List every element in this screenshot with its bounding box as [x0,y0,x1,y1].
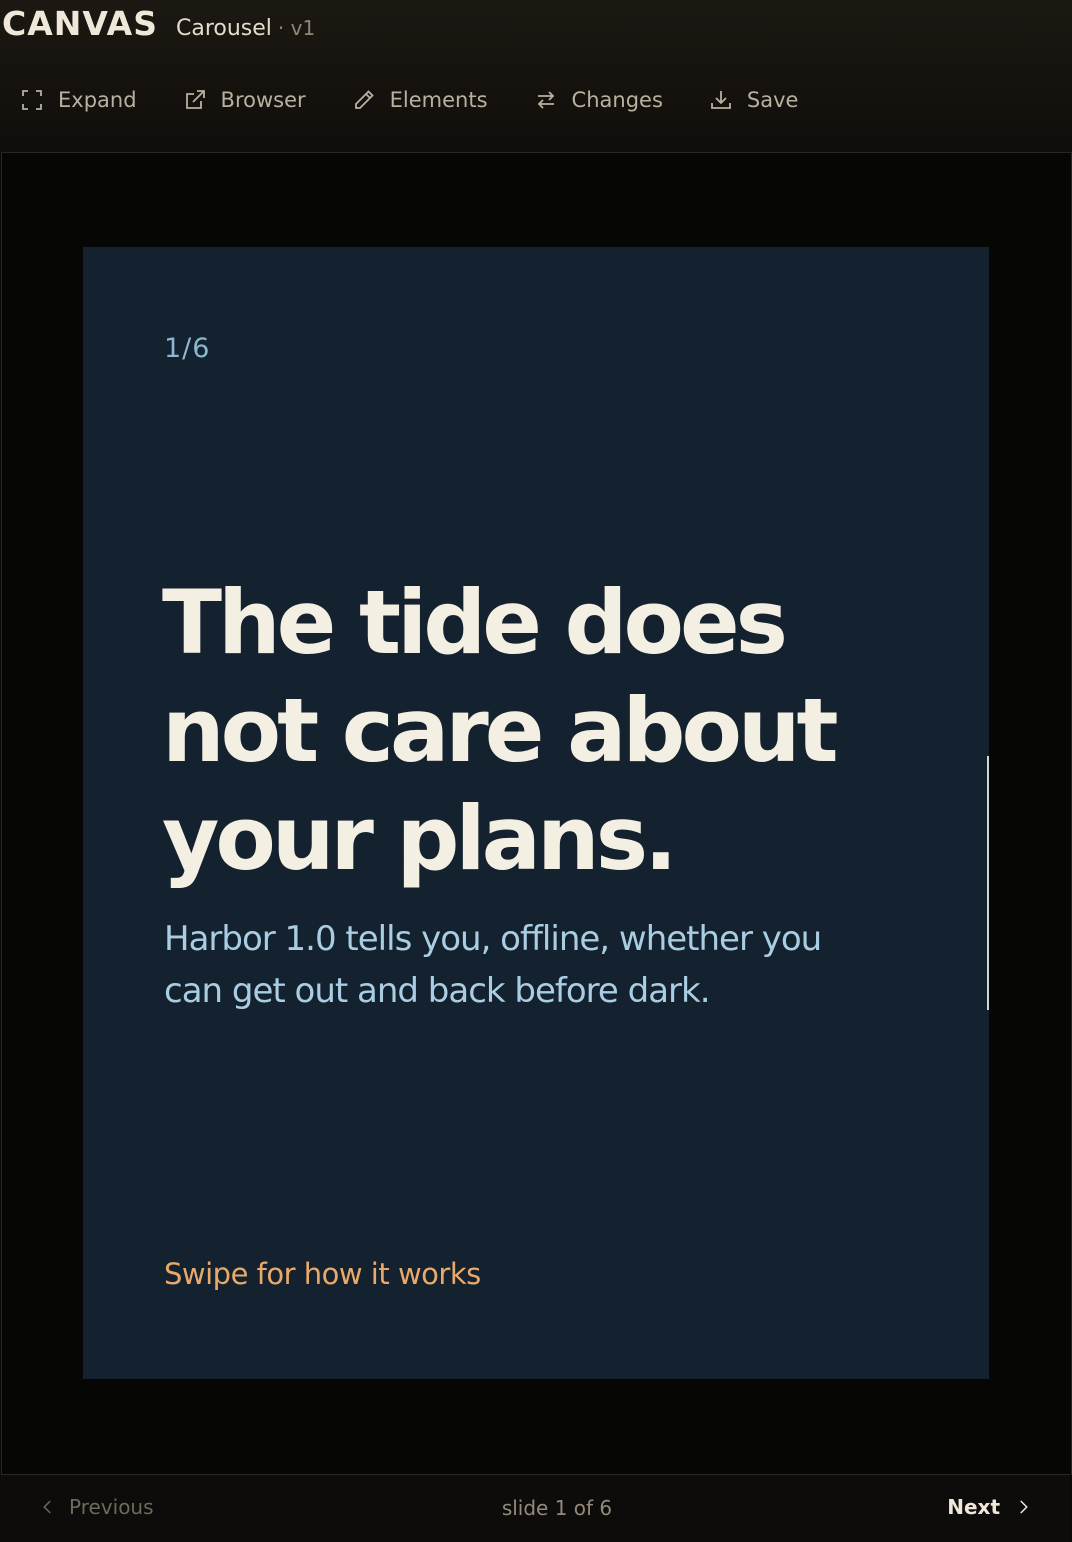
elements-button[interactable]: Elements [352,88,488,112]
elements-label: Elements [389,88,488,112]
carousel-slide: 1/6 The tide does not care about your pl… [83,247,989,1379]
slide-headline: The tide does not care about your plans. [162,571,839,890]
expand-button[interactable]: Expand [20,88,137,112]
next-button[interactable]: Next [947,1495,1032,1519]
top-bar: CANVAS Carousel · v1 Expand Browser Elem… [0,0,1072,152]
slide-counter: 1/6 [164,333,211,364]
slide-cta: Swipe for how it works [164,1257,481,1291]
expand-icon [22,90,42,110]
chevron-right-icon [1020,1500,1028,1514]
next-label: Next [947,1495,1000,1519]
swap-arrows-icon [537,91,554,109]
download-icon [710,91,731,109]
document-name: Carousel [175,16,272,41]
save-label: Save [746,88,799,112]
browser-button[interactable]: Browser [183,88,306,112]
changes-button[interactable]: Changes [534,88,663,112]
slide-status: slide 1 of 6 [501,1496,613,1520]
slide-subhead: Harbor 1.0 tells you, offline, whether y… [164,919,822,1011]
external-link-icon [185,90,205,109]
changes-label: Changes [571,88,663,112]
app-logo: CANVAS [2,4,158,43]
document-version: · v1 [277,16,316,40]
save-button[interactable]: Save [709,88,799,112]
expand-label: Expand [58,88,137,112]
slide-edge-divider [987,756,989,1010]
browser-label: Browser [220,88,306,112]
toolbar: Expand Browser Elements Changes Save [20,80,844,120]
carousel-footer: Previous slide 1 of 6 Next [1,1474,1070,1542]
pencil-icon [354,90,374,109]
app-header: CANVAS Carousel · v1 [2,4,315,48]
